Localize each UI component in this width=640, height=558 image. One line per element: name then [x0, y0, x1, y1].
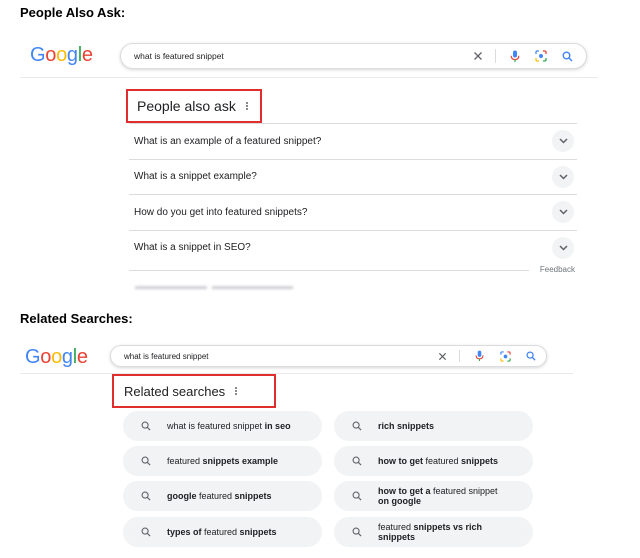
search-input[interactable]: what is featured snippet — [134, 51, 459, 61]
search-icon — [352, 421, 362, 431]
paa-list: What is an example of a featured snippet… — [129, 123, 577, 265]
logo-letter: o — [56, 44, 67, 66]
paa-question-row[interactable]: What is an example of a featured snippet… — [129, 123, 577, 159]
related-search-chip[interactable]: what is featured snippet in seo — [123, 411, 322, 441]
more-vert-icon[interactable] — [235, 387, 238, 395]
google-logo[interactable]: Google — [25, 346, 88, 369]
search-divider — [459, 350, 460, 362]
related-title-highlight: Related searches — [112, 374, 276, 408]
search-divider — [495, 49, 496, 63]
paa-title-highlight: People also ask — [126, 89, 262, 123]
search-icon[interactable] — [524, 349, 538, 363]
chip-text-segment: on google — [378, 496, 421, 506]
related-section-heading: Related Searches: — [20, 311, 133, 326]
logo-letter: G — [30, 44, 46, 66]
paa-title: People also ask — [137, 98, 236, 114]
logo-letter: o — [40, 346, 52, 368]
related-search-label: featured snippets vs rich snippets — [378, 522, 482, 542]
feedback-link[interactable]: Feedback — [540, 265, 575, 274]
close-icon[interactable] — [471, 49, 485, 63]
chevron-down-icon[interactable] — [552, 236, 574, 259]
related-search-label: rich snippets — [378, 421, 434, 431]
microphone-icon[interactable] — [472, 349, 486, 363]
paa-question[interactable]: How do you get into featured snippets? — [129, 207, 307, 218]
chip-text-segment: featured — [201, 527, 240, 537]
related-search-label: featured snippets example — [167, 456, 278, 466]
search-icon — [352, 491, 362, 501]
related-search-label: types of featured snippets — [167, 527, 277, 537]
microphone-icon[interactable] — [508, 49, 522, 63]
paa-question-row[interactable]: How do you get into featured snippets? — [129, 194, 577, 230]
paa-question[interactable]: What is an example of a featured snippet… — [129, 136, 321, 147]
related-search-chip[interactable]: how to get a featured snippet on google — [334, 481, 533, 511]
search-icon — [141, 456, 151, 466]
paa-question[interactable]: What is a snippet example? — [129, 171, 257, 182]
google-logo[interactable]: Google — [30, 44, 93, 67]
related-search-label: google featured snippets — [167, 491, 272, 501]
header-divider — [20, 373, 573, 374]
logo-letter: G — [25, 346, 41, 368]
related-search-chip[interactable]: google featured snippets — [123, 481, 322, 511]
search-icon — [141, 421, 151, 431]
logo-letter: o — [45, 44, 57, 66]
paa-footer-divider — [129, 270, 529, 271]
paa-question-row[interactable]: What is a snippet example? — [129, 158, 577, 195]
related-search-chip[interactable]: featured snippets example — [123, 446, 322, 476]
logo-letter: g — [61, 346, 73, 368]
more-vert-icon[interactable] — [245, 102, 248, 110]
chip-text-segment: what is featured snippet — [167, 421, 265, 431]
chip-text-segment: featured — [378, 522, 414, 532]
search-bar-top[interactable]: what is featured snippet — [120, 43, 587, 69]
search-icon[interactable] — [560, 49, 574, 63]
chip-text-segment: how to get — [378, 456, 423, 466]
close-icon[interactable] — [435, 349, 449, 363]
search-icon — [141, 491, 151, 501]
related-search-label: how to get featured snippets — [378, 456, 498, 466]
chip-text-segment: snippets example — [202, 456, 279, 466]
paa-question[interactable]: What is a snippet in SEO? — [129, 242, 251, 253]
logo-letter: e — [76, 346, 88, 368]
chip-text-segment: rich snippets — [378, 421, 435, 431]
paa-question-row[interactable]: What is a snippet in SEO? — [129, 229, 577, 266]
search-icon — [352, 456, 362, 466]
logo-letter: g — [66, 44, 78, 66]
header-divider — [20, 77, 598, 78]
chip-text-segment: google — [167, 491, 197, 501]
related-search-chip[interactable]: types of featured snippets — [123, 517, 322, 547]
google-lens-icon[interactable] — [498, 349, 512, 363]
related-search-label: how to get a featured snippet on google — [378, 486, 498, 506]
chip-text-segment: in seo — [264, 421, 291, 431]
chevron-down-icon[interactable] — [552, 201, 574, 224]
chip-text-segment: featured snippet — [433, 486, 498, 496]
chip-text-segment: featured — [423, 456, 462, 466]
search-input[interactable]: what is featured snippet — [124, 352, 423, 361]
search-icon — [141, 527, 151, 537]
chip-text-segment: types of — [167, 527, 202, 537]
logo-letter: e — [81, 44, 93, 66]
logo-letter: o — [51, 346, 62, 368]
chip-text-segment: snippets — [239, 527, 277, 537]
chevron-down-icon[interactable] — [552, 130, 574, 153]
chip-text-segment: featured — [196, 491, 235, 501]
related-search-chip[interactable]: featured snippets vs rich snippets — [334, 517, 533, 547]
paa-footer: Feedback — [129, 265, 577, 279]
chip-text-segment: featured — [167, 456, 203, 466]
related-search-chip[interactable]: rich snippets — [334, 411, 533, 441]
chip-text-segment: how to get a — [378, 486, 431, 496]
chevron-down-icon[interactable] — [552, 165, 574, 188]
faded-content: ▬▬▬▬▬▬▬▬ ▬▬▬▬▬▬▬▬▬ — [135, 281, 294, 291]
google-lens-icon[interactable] — [534, 49, 548, 63]
paa-section-heading: People Also Ask: — [20, 5, 126, 20]
related-search-label: what is featured snippet in seo — [167, 421, 291, 431]
search-bar-bottom[interactable]: what is featured snippet — [110, 345, 547, 367]
related-title: Related searches — [124, 383, 226, 399]
chip-text-segment: snippets — [234, 491, 272, 501]
related-search-chip[interactable]: how to get featured snippets — [334, 446, 533, 476]
chip-text-segment: snippets — [461, 456, 499, 466]
search-icon — [352, 527, 362, 537]
